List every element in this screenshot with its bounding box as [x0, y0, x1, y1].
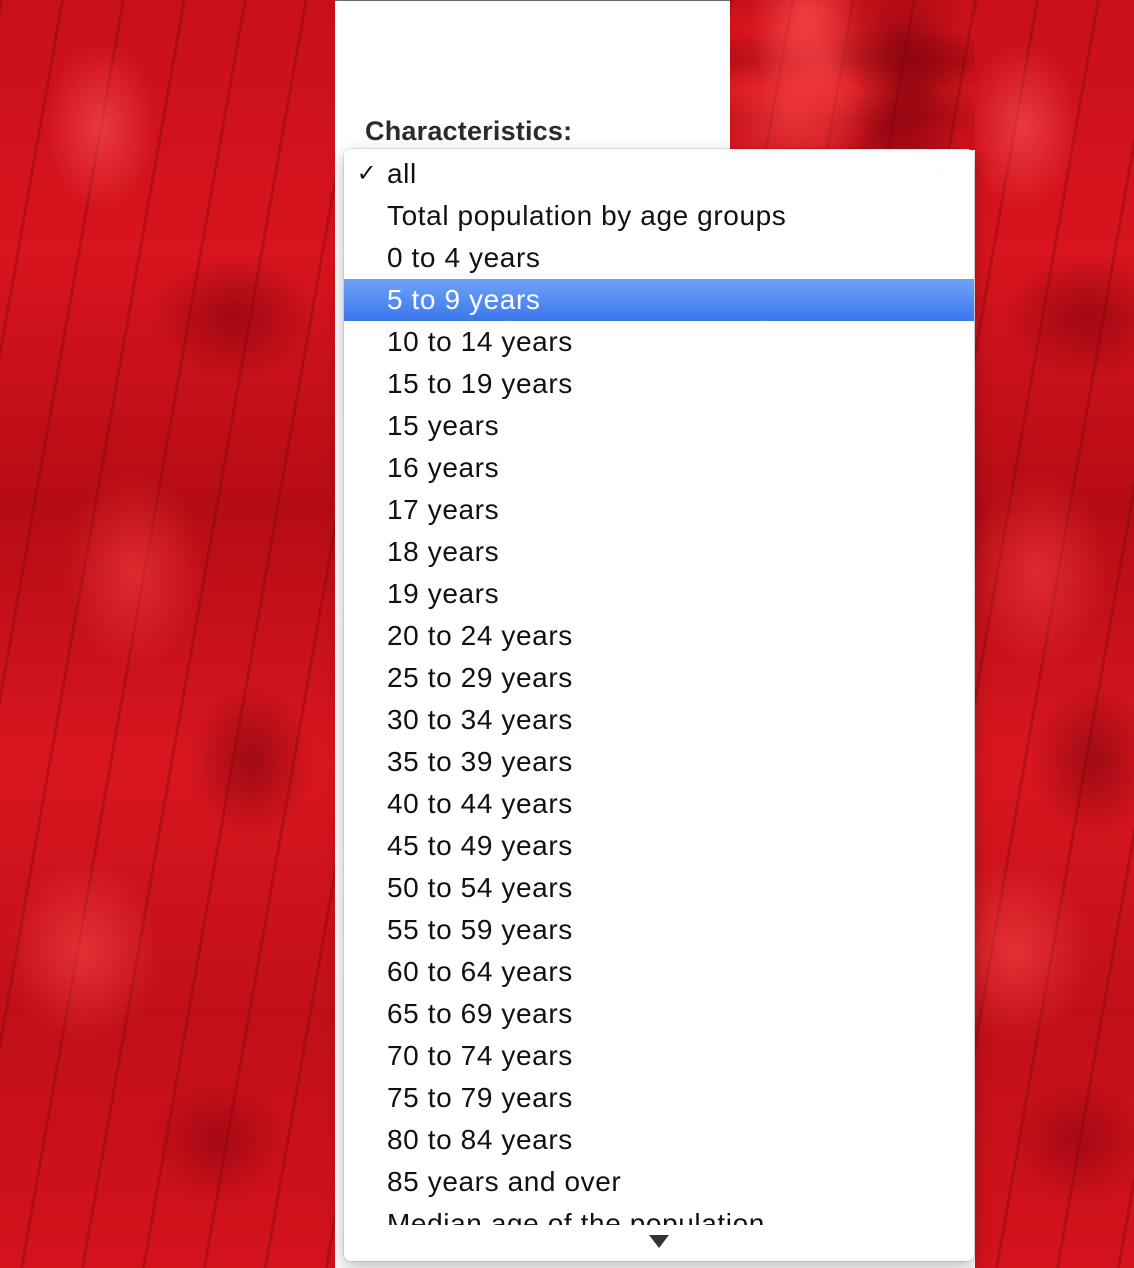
dropdown-option[interactable]: 75 to 79 years — [344, 1077, 974, 1119]
dropdown-option[interactable]: 40 to 44 years — [344, 783, 974, 825]
dropdown-option[interactable]: ✓ all — [344, 153, 974, 195]
dropdown-option[interactable]: 17 years — [344, 489, 974, 531]
dropdown-option[interactable]: 19 years — [344, 573, 974, 615]
characteristics-label: Characteristics: — [365, 116, 573, 146]
dropdown-option[interactable]: 85 years and over — [344, 1161, 974, 1203]
dropdown-option[interactable]: 60 to 64 years — [344, 951, 974, 993]
dropdown-option-label: 70 to 74 years — [387, 1040, 573, 1071]
dropdown-option-label: 80 to 84 years — [387, 1124, 573, 1155]
dropdown-option[interactable]: 65 to 69 years — [344, 993, 974, 1035]
dropdown-option[interactable]: 25 to 29 years — [344, 657, 974, 699]
dropdown-option-label: 65 to 69 years — [387, 998, 573, 1029]
dropdown-option-label: 15 to 19 years — [387, 368, 573, 399]
dropdown-option-label: 45 to 49 years — [387, 830, 573, 861]
background-maple-leaves-right — [975, 0, 1134, 1268]
dropdown-option-label: Median age of the population — [387, 1208, 765, 1225]
characteristics-dropdown-menu[interactable]: ✓ all Total population by age groups 0 to 4… — [344, 149, 974, 1261]
dropdown-option[interactable]: 80 to 84 years — [344, 1119, 974, 1161]
dropdown-option[interactable]: 45 to 49 years — [344, 825, 974, 867]
dropdown-option[interactable]: 0 to 4 years — [344, 237, 974, 279]
dropdown-option-label: 19 years — [387, 578, 500, 609]
dropdown-option-label: 15 years — [387, 410, 500, 441]
dropdown-option[interactable]: 5 to 9 years — [344, 279, 974, 321]
checkmark-icon: ✓ — [356, 160, 378, 187]
dropdown-option[interactable]: 55 to 59 years — [344, 909, 974, 951]
dropdown-option[interactable]: 18 years — [344, 531, 974, 573]
dropdown-option[interactable]: 20 to 24 years — [344, 615, 974, 657]
dropdown-option[interactable]: Total population by age groups — [344, 195, 974, 237]
dropdown-option[interactable]: 30 to 34 years — [344, 699, 974, 741]
dropdown-option-label: 16 years — [387, 452, 500, 483]
background-maple-leaves-top — [730, 0, 975, 150]
dropdown-option-label: 20 to 24 years — [387, 620, 573, 651]
dropdown-option[interactable]: 16 years — [344, 447, 974, 489]
dropdown-option-label: 10 to 14 years — [387, 326, 573, 357]
background-maple-leaves-left — [0, 0, 335, 1268]
dropdown-option-label: 25 to 29 years — [387, 662, 573, 693]
scroll-down-arrow-icon[interactable] — [344, 1229, 974, 1253]
dropdown-option-label: 0 to 4 years — [387, 242, 541, 273]
dropdown-option[interactable]: 15 to 19 years — [344, 363, 974, 405]
dropdown-option[interactable]: 50 to 54 years — [344, 867, 974, 909]
dropdown-option-label: 75 to 79 years — [387, 1082, 573, 1113]
dropdown-option-label: Total population by age groups — [387, 200, 787, 231]
dropdown-option-label: 35 to 39 years — [387, 746, 573, 777]
dropdown-option-label: 85 years and over — [387, 1166, 622, 1197]
dropdown-option-label: 40 to 44 years — [387, 788, 573, 819]
dropdown-option[interactable]: Median age of the population — [344, 1203, 974, 1225]
dropdown-option[interactable]: 35 to 39 years — [344, 741, 974, 783]
dropdown-option-label: 30 to 34 years — [387, 704, 573, 735]
dropdown-option[interactable]: 70 to 74 years — [344, 1035, 974, 1077]
dropdown-option-label: 55 to 59 years — [387, 914, 573, 945]
dropdown-option-label: 5 to 9 years — [387, 284, 541, 315]
dropdown-options-list[interactable]: ✓ all Total population by age groups 0 to 4… — [344, 153, 974, 1225]
dropdown-option-label: 18 years — [387, 536, 500, 567]
dropdown-option-label: 17 years — [387, 494, 500, 525]
dropdown-option-label: 50 to 54 years — [387, 872, 573, 903]
dropdown-option[interactable]: 10 to 14 years — [344, 321, 974, 363]
dropdown-option[interactable]: 15 years — [344, 405, 974, 447]
dropdown-option-label: 60 to 64 years — [387, 956, 573, 987]
dropdown-option-label: all — [387, 158, 417, 189]
